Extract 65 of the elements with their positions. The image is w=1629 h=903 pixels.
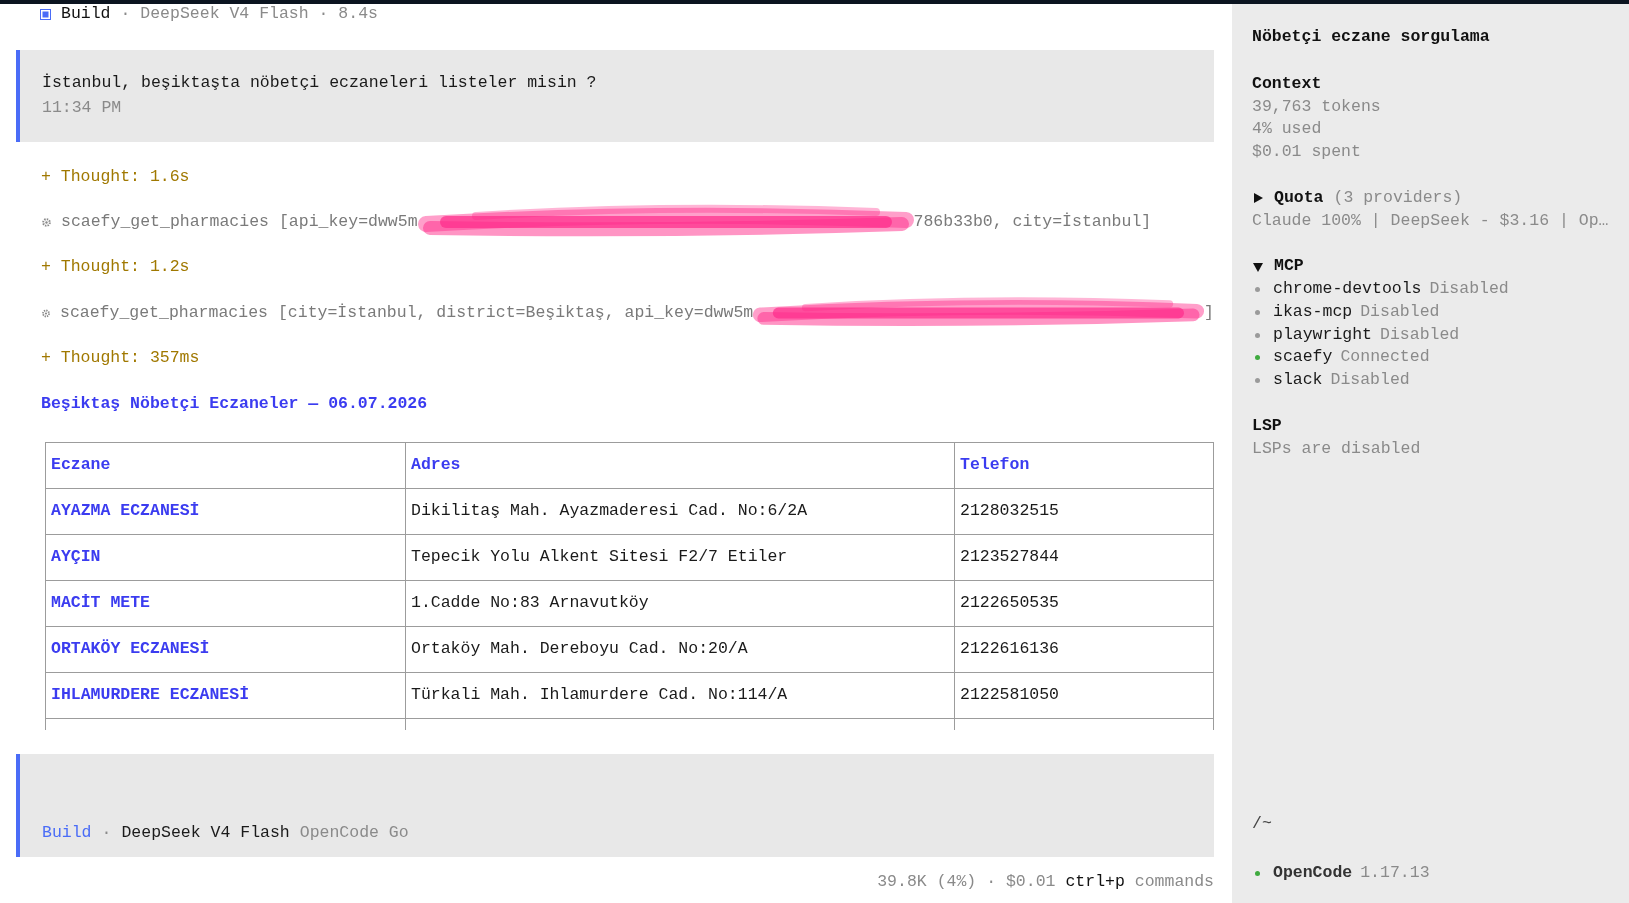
table-cell: AYAZMA ECZANESİ: [45, 488, 406, 535]
table-cell: Dikilitaş Mah. Ayazmaderesi Cad. No:6/2A: [405, 488, 955, 535]
prompt-input[interactable]: Build · DeepSeek V4 Flash OpenCode Go: [16, 753, 1214, 857]
thought-line[interactable]: + Thought: 357ms: [41, 347, 1214, 370]
app-version: 1.17.13: [1360, 862, 1430, 885]
tool-name: scaefy_get_pharmacies: [61, 210, 269, 233]
table-cell: AYÇIN: [45, 534, 406, 581]
column-header: Telefon: [954, 442, 1214, 489]
table-cell: Ortaköy Mah. Dereboyu Cad. No:20/A: [405, 626, 955, 673]
tool-arguments: 786b33b0, city=İstanbul]: [913, 210, 1152, 233]
table-cell: ORTAKÖY ECZANESİ: [45, 626, 406, 673]
column-header: Adres: [405, 442, 955, 489]
column-header: Eczane: [45, 442, 406, 489]
server-status: Disabled: [1330, 369, 1410, 392]
gear-icon: [41, 307, 51, 319]
gear-icon: [41, 216, 52, 228]
table-cell: 2122581050: [954, 672, 1214, 719]
server-status: Disabled: [1360, 300, 1440, 323]
section-heading: LSP: [1252, 414, 1283, 437]
user-message: İstanbul, beşiktaşta nöbetçi eczaneleri listeler misin ?: [42, 72, 598, 94]
context-stat: 4% used: [1252, 118, 1323, 141]
server-name: ikas-mcp: [1273, 300, 1353, 323]
table-cell: MACİT METE: [45, 580, 406, 627]
app-name: OpenCode: [1273, 862, 1353, 885]
result-heading: Beşiktaş Nöbetçi Eczaneler — 06.07.2026: [41, 392, 429, 415]
server-status: Connected: [1340, 346, 1430, 369]
table-cell: 2123527844: [954, 534, 1214, 581]
table-cell: 1.Cadde No:83 Arnavutköy: [405, 580, 955, 627]
expand-triangle-icon[interactable]: [1252, 192, 1264, 205]
quota-summary: Claude 100% | DeepSeek - $3.16 | Op…: [1252, 209, 1610, 232]
model-info: · DeepSeek V4 Flash · 8.4s: [120, 2, 378, 25]
server-name: scaefy: [1273, 346, 1333, 369]
section-heading: Context: [1252, 72, 1323, 95]
thought-line[interactable]: + Thought: 1.2s: [41, 256, 1214, 280]
collapse-triangle-icon[interactable]: [1252, 260, 1264, 273]
context-stat: $0.01 spent: [1252, 141, 1362, 164]
server-name: playwright: [1273, 323, 1373, 346]
tool-arguments: ]: [1204, 301, 1214, 324]
table-cell: 2122650535: [954, 580, 1214, 627]
provider-count: (3 providers): [1333, 186, 1463, 209]
agent-name: Build: [61, 2, 111, 25]
table-cell: 2122616136: [954, 626, 1214, 673]
context-stat: 39,763 tokens: [1252, 95, 1382, 118]
table-cell: 2128032515: [954, 488, 1214, 535]
server-name: chrome-devtools: [1273, 278, 1422, 301]
table-cell: Tepecik Yolu Alkent Sitesi F2/7 Etiler: [405, 534, 955, 581]
message-time: 11:34 PM: [42, 96, 123, 119]
table-cell: Türkali Mah. Ihlamurdere Cad. No:114/A: [405, 672, 955, 719]
shortcut-hint: ctrl+p commands: [1065, 870, 1214, 893]
server-name: slack: [1273, 369, 1323, 392]
section-heading[interactable]: MCP: [1274, 255, 1304, 279]
status-dot: [1255, 871, 1260, 877]
tool-name: scaefy_get_pharmacies: [60, 301, 268, 324]
usage-stats: 39.8K (4%) · $0.01: [877, 870, 1056, 893]
working-directory: /~: [1252, 813, 1273, 836]
session-title: Nöbetçi eczane sorgulama: [1252, 26, 1491, 48]
lsp-status: LSPs are disabled: [1252, 437, 1422, 460]
section-heading[interactable]: Quota: [1274, 186, 1324, 210]
tool-arguments: [city=İstanbul, district=Beşiktaş, api_key=dww5m: [277, 301, 754, 324]
tool-arguments: [api_key=dww5m: [278, 210, 418, 233]
thought-line[interactable]: + Thought: 1.6s: [41, 165, 1214, 189]
table-cell: IHLAMURDERE ECZANESİ: [45, 672, 406, 719]
server-status: Disabled: [1429, 278, 1509, 301]
server-status: Disabled: [1380, 323, 1460, 346]
square-icon: [40, 8, 51, 20]
